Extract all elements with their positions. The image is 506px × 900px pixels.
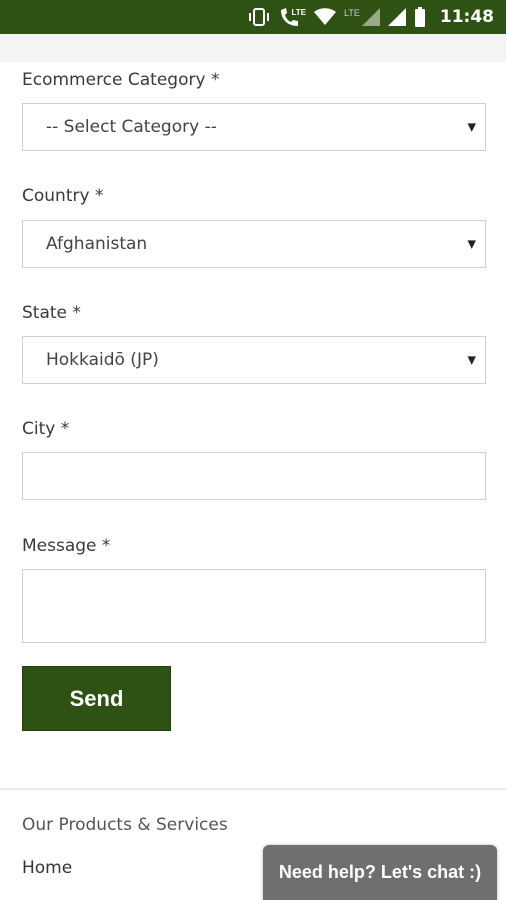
dropdown-caret-icon: ▼ — [467, 237, 476, 251]
category-select[interactable]: -- Select Category -- ▼ — [22, 103, 486, 151]
message-label: Message * — [22, 536, 111, 556]
dropdown-caret-icon: ▼ — [467, 353, 476, 367]
wifi-icon — [314, 8, 337, 26]
footer-heading: Our Products & Services — [22, 815, 228, 835]
chat-button[interactable]: Need help? Let's chat :) — [263, 845, 497, 900]
footer-link-home[interactable]: Home — [22, 858, 72, 878]
battery-icon — [414, 7, 426, 27]
status-bar: LTE LTE 11:48 — [0, 0, 506, 34]
vibrate-icon — [248, 7, 270, 27]
category-select-value: -- Select Category -- — [46, 117, 217, 137]
state-select-value: Hokkaidō (JP) — [46, 350, 159, 370]
category-label: Ecommerce Category * — [22, 70, 220, 90]
country-label: Country * — [22, 186, 104, 206]
call-lte-icon: LTE — [278, 6, 307, 28]
footer-divider — [0, 788, 506, 790]
message-textarea[interactable] — [22, 569, 486, 643]
send-button[interactable]: Send — [22, 666, 171, 731]
country-select-value: Afghanistan — [46, 234, 148, 254]
city-input[interactable] — [22, 452, 486, 500]
signal-full-icon — [387, 8, 406, 26]
signal-icon: LTE — [344, 8, 380, 26]
dropdown-caret-icon: ▼ — [467, 120, 476, 134]
state-label: State * — [22, 303, 81, 323]
lte-label-2: LTE — [344, 8, 360, 18]
state-select[interactable]: Hokkaidō (JP) ▼ — [22, 336, 486, 384]
city-label: City * — [22, 419, 70, 439]
lte-label: LTE — [291, 7, 307, 17]
country-select[interactable]: Afghanistan ▼ — [22, 220, 486, 268]
clock: 11:48 — [439, 7, 494, 27]
page-top-strip — [0, 34, 506, 62]
